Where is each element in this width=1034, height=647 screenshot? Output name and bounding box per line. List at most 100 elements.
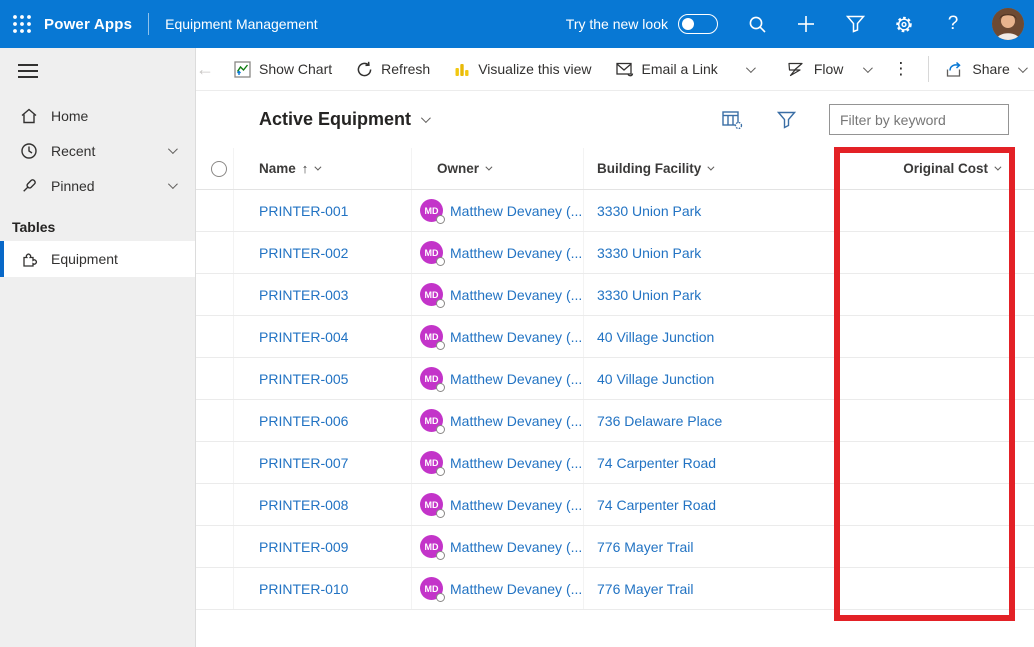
user-avatar[interactable]	[992, 8, 1024, 40]
owner-link[interactable]: Matthew Devaney (...	[450, 329, 582, 345]
table-body: PRINTER-001 MD Matthew Devaney (... 3330…	[196, 190, 1034, 610]
owner-link[interactable]: Matthew Devaney (...	[450, 581, 582, 597]
table-row[interactable]: PRINTER-007 MD Matthew Devaney (... 74 C…	[196, 442, 1034, 484]
building-facility-link[interactable]: 3330 Union Park	[597, 287, 701, 303]
building-facility-link[interactable]: 736 Delaware Place	[597, 413, 722, 429]
chevron-down-icon[interactable]	[168, 179, 178, 189]
show-chart-button[interactable]: Show Chart	[222, 48, 344, 90]
waffle-icon	[12, 14, 32, 34]
building-facility-link[interactable]: 3330 Union Park	[597, 203, 701, 219]
help-icon[interactable]: ?	[943, 14, 963, 34]
row-select-gutter[interactable]	[196, 232, 234, 273]
owner-link[interactable]: Matthew Devaney (...	[450, 203, 582, 219]
table-row[interactable]: PRINTER-010 MD Matthew Devaney (... 776 …	[196, 568, 1034, 610]
owner-avatar-initials: MD	[425, 332, 439, 342]
command-label: Show Chart	[259, 61, 332, 77]
equipment-grid: Name ↑ Owner Building Facility	[196, 148, 1034, 610]
sidebar-item-equipment[interactable]: Equipment	[0, 241, 195, 277]
column-header-original-cost[interactable]: Original Cost	[903, 161, 999, 176]
row-select-gutter[interactable]	[196, 316, 234, 357]
equipment-name-link[interactable]: PRINTER-005	[259, 371, 348, 387]
row-select-gutter[interactable]	[196, 358, 234, 399]
topbar-divider	[148, 13, 149, 35]
owner-avatar: MD	[420, 577, 443, 600]
building-facility-link[interactable]: 3330 Union Park	[597, 245, 701, 261]
column-header-building-facility[interactable]: Building Facility	[597, 161, 712, 176]
waffle-menu-icon[interactable]	[0, 0, 44, 48]
row-select-gutter[interactable]	[196, 442, 234, 483]
table-row[interactable]: PRINTER-002 MD Matthew Devaney (... 3330…	[196, 232, 1034, 274]
equipment-name-link[interactable]: PRINTER-004	[259, 329, 348, 345]
table-row[interactable]: PRINTER-006 MD Matthew Devaney (... 736 …	[196, 400, 1034, 442]
new-look-toggle[interactable]	[678, 14, 718, 34]
row-select-gutter[interactable]	[196, 568, 234, 609]
building-facility-link[interactable]: 776 Mayer Trail	[597, 539, 693, 555]
chevron-down-icon[interactable]	[168, 144, 178, 154]
email-split-chevron[interactable]	[738, 48, 761, 90]
row-select-gutter[interactable]	[196, 526, 234, 567]
owner-link[interactable]: Matthew Devaney (...	[450, 413, 582, 429]
flow-button[interactable]: Flow	[775, 48, 856, 90]
table-row[interactable]: PRINTER-003 MD Matthew Devaney (... 3330…	[196, 274, 1034, 316]
filter-by-keyword-input[interactable]	[829, 104, 1009, 135]
settings-gear-icon[interactable]	[894, 14, 914, 34]
building-facility-link[interactable]: 40 Village Junction	[597, 329, 714, 345]
presence-badge-icon	[436, 593, 445, 602]
hamburger-menu-icon[interactable]	[0, 48, 195, 92]
grid-header-row: Name ↑ Owner Building Facility	[196, 148, 1034, 190]
equipment-name-link[interactable]: PRINTER-010	[259, 581, 348, 597]
equipment-name-link[interactable]: PRINTER-002	[259, 245, 348, 261]
sidebar-item-label: Pinned	[51, 178, 95, 194]
table-row[interactable]: PRINTER-005 MD Matthew Devaney (... 40 V…	[196, 358, 1034, 400]
filter-icon[interactable]	[845, 14, 865, 34]
table-row[interactable]: PRINTER-009 MD Matthew Devaney (... 776 …	[196, 526, 1034, 568]
equipment-name-link[interactable]: PRINTER-008	[259, 497, 348, 513]
original-cost-cell	[835, 484, 1012, 525]
visualize-this-view-button[interactable]: Visualize this view	[442, 48, 603, 90]
owner-link[interactable]: Matthew Devaney (...	[450, 539, 582, 555]
row-select-gutter[interactable]	[196, 484, 234, 525]
building-facility-link[interactable]: 74 Carpenter Road	[597, 455, 716, 471]
row-select-gutter[interactable]	[196, 400, 234, 441]
email-a-link-button[interactable]: Email a Link	[604, 48, 730, 90]
table-row[interactable]: PRINTER-004 MD Matthew Devaney (... 40 V…	[196, 316, 1034, 358]
owner-link[interactable]: Matthew Devaney (...	[450, 497, 582, 513]
sidebar-item-pinned[interactable]: Pinned	[0, 168, 195, 203]
building-facility-link[interactable]: 776 Mayer Trail	[597, 581, 693, 597]
add-icon[interactable]	[796, 14, 816, 34]
column-header-owner[interactable]: Owner	[420, 161, 490, 176]
top-navigation-bar: Power Apps Equipment Management Try the …	[0, 0, 1034, 48]
equipment-name-link[interactable]: PRINTER-006	[259, 413, 348, 429]
building-facility-link[interactable]: 40 Village Junction	[597, 371, 714, 387]
sidebar-item-home[interactable]: Home	[0, 98, 195, 133]
owner-link[interactable]: Matthew Devaney (...	[450, 245, 582, 261]
search-icon[interactable]	[747, 14, 767, 34]
edit-filters-icon[interactable]	[775, 109, 797, 131]
owner-link[interactable]: Matthew Devaney (...	[450, 287, 582, 303]
flow-chevron[interactable]	[855, 48, 878, 90]
sidebar-item-label: Recent	[51, 143, 95, 159]
back-button[interactable]: ←	[196, 59, 214, 80]
owner-link[interactable]: Matthew Devaney (...	[450, 371, 582, 387]
equipment-name-link[interactable]: PRINTER-001	[259, 203, 348, 219]
building-facility-link[interactable]: 74 Carpenter Road	[597, 497, 716, 513]
column-header-name[interactable]: Name ↑	[259, 161, 319, 176]
row-select-gutter[interactable]	[196, 190, 234, 231]
owner-link[interactable]: Matthew Devaney (...	[450, 455, 582, 471]
table-row[interactable]: PRINTER-001 MD Matthew Devaney (... 3330…	[196, 190, 1034, 232]
refresh-button[interactable]: Refresh	[344, 48, 442, 90]
select-all-checkbox[interactable]	[211, 161, 227, 177]
equipment-name-link[interactable]: PRINTER-003	[259, 287, 348, 303]
sidebar-item-recent[interactable]: Recent	[0, 133, 195, 168]
view-selector[interactable]: Active Equipment	[259, 109, 428, 130]
share-button[interactable]: Share	[933, 48, 1034, 90]
more-commands-button[interactable]: ⋮	[878, 59, 924, 79]
equipment-name-link[interactable]: PRINTER-009	[259, 539, 348, 555]
table-row[interactable]: PRINTER-008 MD Matthew Devaney (... 74 C…	[196, 484, 1034, 526]
app-name[interactable]: Power Apps	[44, 16, 132, 33]
share-icon	[945, 61, 964, 78]
edit-columns-icon[interactable]	[721, 109, 743, 131]
equipment-name-link[interactable]: PRINTER-007	[259, 455, 348, 471]
presence-badge-icon	[436, 551, 445, 560]
row-select-gutter[interactable]	[196, 274, 234, 315]
